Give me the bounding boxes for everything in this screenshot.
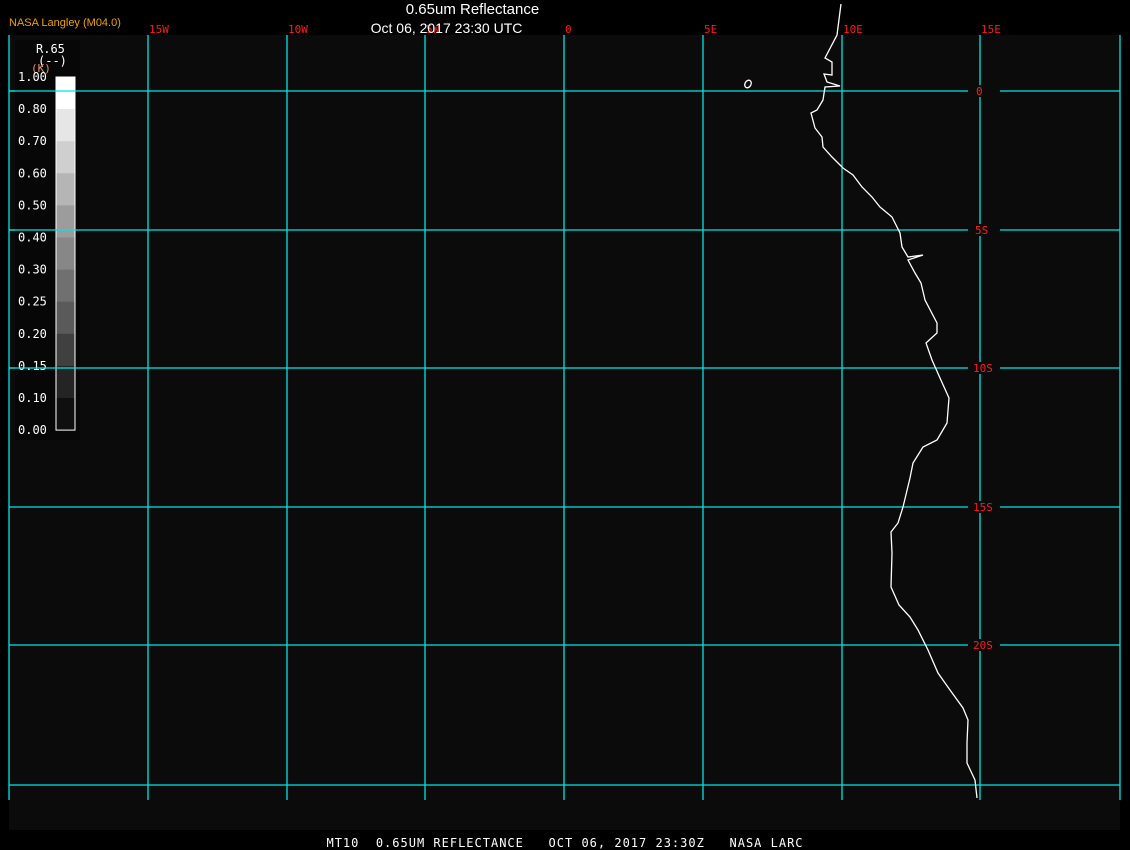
legend-tick-label: 0.15 xyxy=(18,359,47,373)
legend-tick-label: 1.00 xyxy=(18,70,47,84)
legend-color-swatch xyxy=(56,77,75,110)
longitude-label: 15E xyxy=(981,23,1001,36)
legend-tick-label: 0.70 xyxy=(18,134,47,148)
bottom-caption: MT10 0.65UM REFLECTANCE OCT 06, 2017 23:… xyxy=(326,836,804,850)
legend-color-swatch xyxy=(56,398,75,431)
latitude-label: 0 xyxy=(976,85,983,98)
map-timestamp: Oct 06, 2017 23:30 UTC xyxy=(370,20,523,36)
color-legend: R.65(--)(K)1.000.800.700.600.500.400.300… xyxy=(9,40,80,440)
latitude-label: 5S xyxy=(975,224,988,237)
latitude-label: 15S xyxy=(973,501,993,514)
legend-tick-label: 0.30 xyxy=(18,263,47,277)
legend-color-swatch xyxy=(56,141,75,174)
legend-tick-label: 0.80 xyxy=(18,102,47,116)
legend-color-swatch xyxy=(56,237,75,271)
legend-color-swatch xyxy=(56,173,75,206)
legend-tick-label: 0.50 xyxy=(18,198,47,212)
latitude-label: 10S xyxy=(973,362,993,375)
legend-color-swatch xyxy=(56,333,75,367)
legend-tick-label: 0.00 xyxy=(18,423,47,437)
legend-tick-label: 0.10 xyxy=(18,391,47,405)
legend-tick-label: 0.60 xyxy=(18,166,47,180)
island xyxy=(744,79,752,89)
legend-tick-label: 0.20 xyxy=(18,327,47,341)
latitude-label: 20S xyxy=(973,639,993,652)
legend-tick-label: 0.25 xyxy=(18,295,47,309)
legend-color-swatch xyxy=(56,365,75,399)
legend-color-swatch xyxy=(56,109,75,142)
legend-color-swatch xyxy=(56,205,75,238)
coastline xyxy=(810,3,978,799)
map-canvas: 15W 10W 5W 0 5E 10E 15E 05S10S15S20S R.65(--)(… xyxy=(8,3,1121,800)
agency-label: NASA Langley (M04.0) xyxy=(9,17,121,29)
legend-tick-label: 0.40 xyxy=(18,231,47,245)
graticule xyxy=(8,35,1121,800)
legend-color-swatch xyxy=(56,269,75,303)
map-title: 0.65um Reflectance xyxy=(405,1,540,18)
legend-color-swatch xyxy=(56,301,75,335)
